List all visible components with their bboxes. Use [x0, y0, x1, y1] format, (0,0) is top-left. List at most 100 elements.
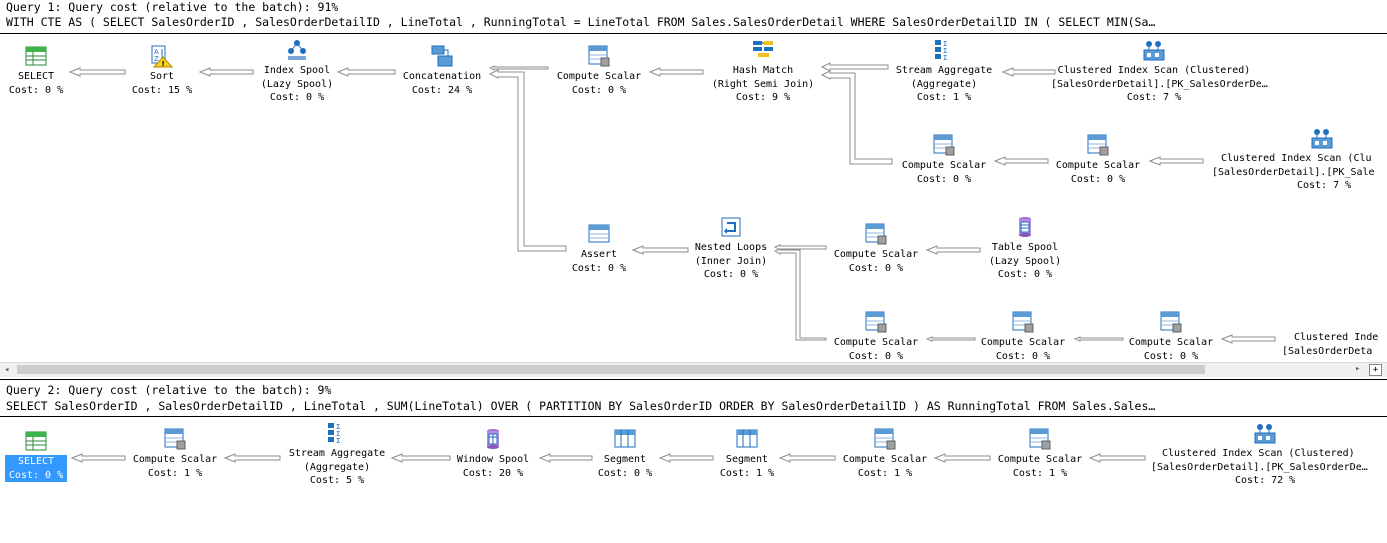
q2-node-compute-scalar-c[interactable]: Compute Scalar Cost: 1 % [955, 427, 1125, 480]
node-sublabel: [SalesOrderDetail].[PK_SalesOrderDe… [1051, 78, 1268, 90]
q2-node-compute-scalar-a[interactable]: Compute Scalar Cost: 1 % [90, 427, 260, 480]
node-label: Window Spool [456, 454, 530, 465]
q1-node-compute-scalar-a[interactable]: Compute Scalar Cost: 0 % [514, 44, 684, 97]
node-label: Compute Scalar [132, 454, 218, 465]
query1-horizontal-scrollbar[interactable]: ◂ ▸ + [0, 362, 1387, 377]
node-label: Assert [580, 249, 618, 260]
node-cost: Cost: 0 % [848, 262, 904, 274]
q1-node-compute-scalar-g[interactable]: Compute Scalar Cost: 0 % [1086, 310, 1256, 362]
clustered-index-scan-icon [1311, 129, 1333, 149]
node-label: Stream Aggregate [895, 65, 993, 76]
segment-icon [614, 429, 636, 448]
node-cost: Cost: 0 % [8, 469, 64, 481]
q2-node-stream-aggregate[interactable]: ΣΣΣ Stream Aggregate (Aggregate) Cost: 5… [252, 421, 422, 488]
index-spool-icon [288, 40, 306, 60]
node-sublabel: [SalesOrderDeta [1282, 345, 1373, 357]
select-icon [25, 46, 47, 66]
svg-text:!: ! [162, 60, 165, 68]
node-label: Compute Scalar [997, 454, 1083, 465]
query1-header: Query 1: Query cost (relative to the bat… [6, 0, 339, 14]
node-cost: Cost: 0 % [571, 262, 627, 274]
q1-node-clustered-index-scan-a[interactable]: Clustered Index Scan (Clustered) [SalesO… [1049, 38, 1268, 105]
compute-scalar-icon [1160, 311, 1182, 333]
node-label: Segment [603, 454, 647, 465]
scroll-left-arrow-icon[interactable]: ◂ [4, 365, 9, 375]
compute-scalar-icon [865, 311, 887, 333]
q2-node-clustered-index-scan[interactable]: Clustered Index Scan (Clustered) [SalesO… [1145, 421, 1387, 488]
q1-node-clustered-index-scan-c[interactable]: Clustered Inde [SalesOrderDeta [1280, 331, 1387, 358]
node-cost: Cost: 1 % [719, 467, 775, 479]
concatenation-icon [431, 45, 453, 67]
node-sublabel: (Inner Join) [694, 255, 768, 267]
node-cost: Cost: 72 % [1235, 475, 1296, 486]
node-cost: Cost: 0 % [703, 269, 759, 280]
node-sublabel: (Lazy Spool) [260, 78, 334, 90]
scroll-right-arrow-icon[interactable]: ▸ [1355, 364, 1360, 374]
node-cost: Cost: 0 % [8, 84, 64, 96]
compute-scalar-icon [588, 45, 610, 67]
q1-node-compute-scalar-c[interactable]: Compute Scalar Cost: 0 % [1013, 133, 1183, 186]
selected-node-highlight: SELECT Cost: 0 % [4, 455, 68, 482]
node-label: Stream Aggregate [288, 448, 386, 459]
node-label: Sort [149, 71, 175, 82]
clustered-index-scan-icon [1254, 424, 1276, 444]
node-cost: Cost: 0 % [571, 84, 627, 96]
node-label: Clustered Index Scan (Clu [1221, 153, 1372, 164]
node-cost: Cost: 1 % [1012, 467, 1068, 479]
table-spool-icon [1019, 217, 1031, 237]
compute-scalar-icon [164, 428, 186, 450]
node-cost: Cost: 0 % [997, 269, 1053, 280]
node-label: SELECT [17, 71, 55, 82]
stream-aggregate-icon: ΣΣΣ [935, 40, 947, 62]
q1-node-stream-aggregate[interactable]: ΣΣΣ Stream Aggregate (Aggregate) Cost: 1… [859, 38, 1029, 105]
node-cost: Cost: 20 % [462, 467, 524, 479]
node-cost: Cost: 1 % [147, 467, 203, 479]
node-sublabel: (Aggregate) [910, 78, 978, 90]
node-label: Table Spool [991, 242, 1059, 253]
q1-node-table-spool[interactable]: Table Spool (Lazy Spool) Cost: 0 % [940, 215, 1110, 282]
q1-node-compute-scalar-b[interactable]: Compute Scalar Cost: 0 % [859, 133, 1029, 186]
node-cost: Cost: 7 % [1126, 92, 1182, 103]
q2-node-compute-scalar-b[interactable]: Compute Scalar Cost: 1 % [800, 427, 970, 480]
query2-plan-canvas[interactable]: SELECT Cost: 0 % Compute Scalar Cost: 1 … [0, 417, 1387, 543]
select-icon [25, 431, 47, 451]
node-label: Compute Scalar [1128, 337, 1214, 348]
compute-scalar-icon [1012, 311, 1034, 333]
q1-node-clustered-index-scan-b[interactable]: Clustered Index Scan (Clu [SalesOrderDet… [1210, 126, 1387, 193]
node-label: Compute Scalar [833, 337, 919, 348]
node-label: Compute Scalar [901, 160, 987, 171]
node-cost: Cost: 24 % [411, 84, 473, 96]
node-sublabel: (Aggregate) [303, 461, 371, 473]
node-label: Concatenation [402, 71, 482, 82]
q1-node-compute-scalar-f[interactable]: Compute Scalar Cost: 0 % [938, 310, 1108, 362]
query1-sql-text: WITH CTE AS ( SELECT SalesOrderID , Sale… [6, 15, 1156, 29]
node-sublabel: [SalesOrderDetail].[PK_SalesOrderDe… [1151, 461, 1368, 473]
node-label: Clustered Index Scan (Clustered) [1162, 448, 1355, 459]
node-cost: Cost: 0 % [1070, 173, 1126, 185]
q1-node-compute-scalar-d[interactable]: Compute Scalar Cost: 0 % [791, 222, 961, 275]
node-label: Compute Scalar [833, 249, 919, 260]
node-label: Compute Scalar [980, 337, 1066, 348]
node-cost: Cost: 0 % [848, 350, 904, 362]
node-sublabel: [SalesOrderDetail].[PK_Sale [1212, 166, 1375, 178]
node-label: Compute Scalar [1055, 160, 1141, 171]
node-cost: Cost: 7 % [1297, 180, 1352, 191]
scrollbar-thumb[interactable] [17, 365, 1205, 374]
q1-node-compute-scalar-e[interactable]: Compute Scalar Cost: 0 % [791, 310, 961, 362]
node-label: Compute Scalar [842, 454, 928, 465]
node-cost: Cost: 0 % [916, 173, 972, 185]
node-cost: Cost: 15 % [131, 84, 193, 96]
expand-navigator-button[interactable]: + [1369, 364, 1382, 376]
node-cost: Cost: 0 % [597, 467, 653, 479]
node-cost: Cost: 9 % [735, 92, 791, 103]
window-spool-icon [487, 429, 499, 449]
sort-warning-icon: AZ! [151, 45, 174, 68]
q1-node-concatenation[interactable]: Concatenation Cost: 24 % [357, 44, 527, 97]
node-sublabel: (Right Semi Join) [711, 78, 815, 90]
query1-plan-canvas[interactable]: SELECT Cost: 0 % A Z! Sort Cost: 15 % Ind… [0, 34, 1387, 362]
node-label: Nested Loops [694, 242, 768, 253]
node-cost: Cost: 0 % [269, 92, 325, 103]
node-label: Compute Scalar [556, 71, 642, 82]
node-sublabel: (Lazy Spool) [988, 255, 1062, 267]
q1-node-hash-match[interactable]: Hash Match (Right Semi Join) Cost: 9 % [678, 38, 848, 105]
